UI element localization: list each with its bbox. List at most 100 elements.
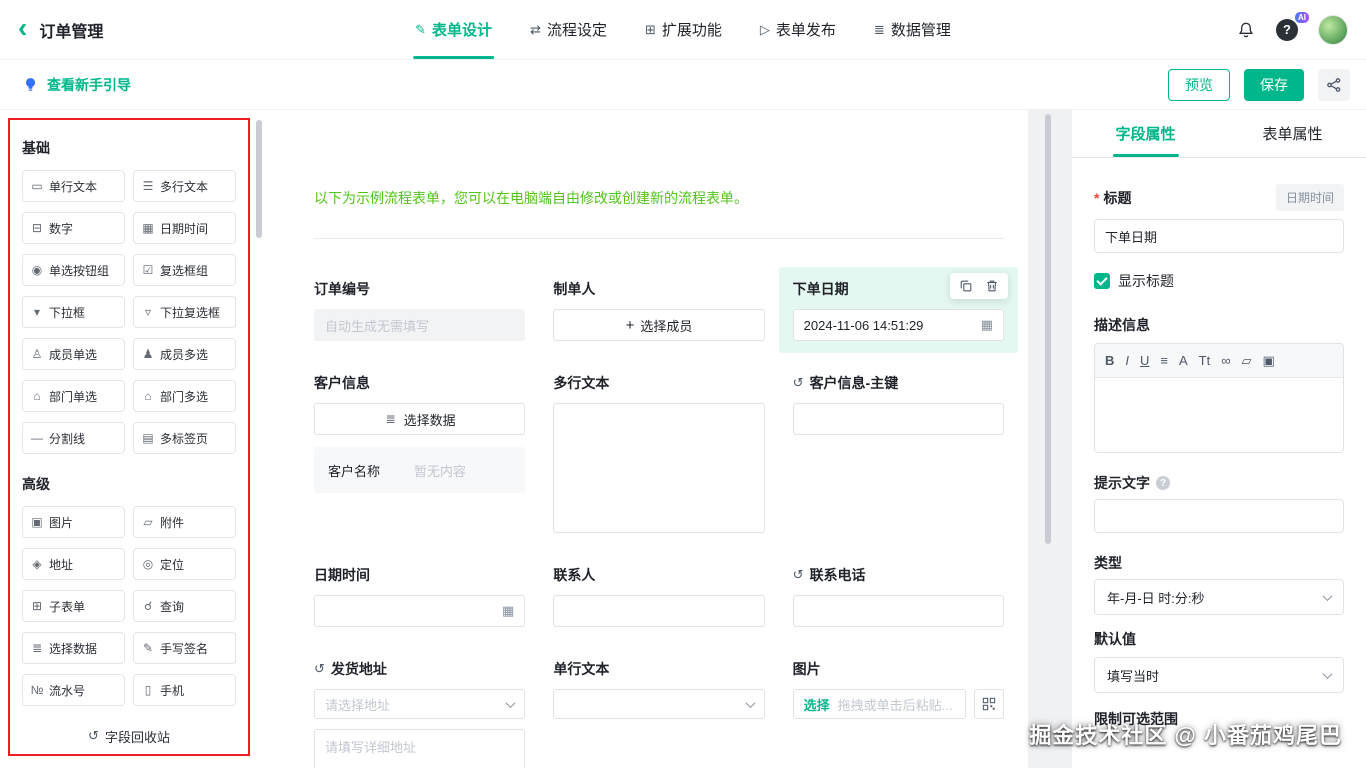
field-type-data-link[interactable]: ≣ 选择数据 xyxy=(22,632,125,664)
tab-form-publish[interactable]: ▷ 表单发布 xyxy=(760,0,836,59)
address-detail-textarea[interactable]: 请填写详细地址 xyxy=(314,729,526,768)
field-order-date-selected[interactable]: 下单日期 2024-11-06 14:51:29 ▦ xyxy=(778,267,1018,353)
bold-icon[interactable]: B xyxy=(1105,353,1114,368)
tab-form-properties[interactable]: 表单属性 xyxy=(1219,110,1366,157)
field-action-pill xyxy=(949,273,1008,299)
tab-field-properties[interactable]: 字段属性 xyxy=(1072,110,1219,157)
field-label: 多行文本 xyxy=(553,375,610,391)
field-customer-info[interactable]: 客户信息 ≣ 选择数据 客户名称 暂无内容 xyxy=(314,373,526,493)
field-type-serial-number[interactable]: № 流水号 xyxy=(22,674,125,706)
copy-icon[interactable] xyxy=(959,279,973,293)
field-type-subform[interactable]: ⊞ 子表单 xyxy=(22,590,125,622)
field-recycle-bin[interactable]: ↺ 字段回收站 xyxy=(10,718,248,754)
advanced-fields-grid: ▣ 图片 ▱ 附件 ◈ 地址 ◎ 定位 ⊞ 子表单 ☌ 查询 ≣ 选择数据 ✎ 手写签名 № 流水… xyxy=(22,506,236,706)
field-type-attachment[interactable]: ▱ 附件 xyxy=(133,506,236,538)
tab-data-management[interactable]: ≣ 数据管理 xyxy=(874,0,951,59)
beginner-guide-link[interactable]: 查看新手引导 xyxy=(22,75,131,95)
app-title: 订单管理 xyxy=(39,23,104,41)
help-icon[interactable]: ? AI xyxy=(1276,11,1309,41)
field-datetime[interactable]: 日期时间 ▦ xyxy=(314,565,526,627)
description-editor[interactable]: B I U ≡ A Tt ∞ ▱ ▣ xyxy=(1094,343,1344,453)
title-input-value: 下单日期 xyxy=(1105,229,1158,245)
serial-number-icon: № xyxy=(30,683,44,697)
insert-attachment-icon[interactable]: ▱ xyxy=(1242,353,1252,369)
share-button[interactable] xyxy=(1318,68,1350,101)
single-line-select[interactable] xyxy=(553,689,765,719)
field-type-radio-group[interactable]: ◉ 单选按钮组 xyxy=(22,254,125,286)
field-contact[interactable]: 联系人 xyxy=(553,565,765,627)
order-date-value: 2024-11-06 14:51:29 xyxy=(803,317,924,333)
upload-select-label: 选择 xyxy=(803,697,830,713)
address-select[interactable]: 请选择地址 xyxy=(314,689,526,719)
description-label: 描述信息 xyxy=(1094,317,1150,333)
field-type-tabs[interactable]: ▤ 多标签页 xyxy=(133,422,236,454)
delete-icon[interactable] xyxy=(985,279,999,293)
contact-input[interactable] xyxy=(553,595,765,627)
italic-icon[interactable]: I xyxy=(1125,353,1129,368)
datetime-format-select[interactable]: 年-月-日 时:分:秒 xyxy=(1094,579,1344,615)
upload-placeholder: 拖拽或单击后粘贴... xyxy=(837,697,953,713)
field-type-divider[interactable]: ― 分割线 xyxy=(22,422,125,454)
field-type-multi-line-text[interactable]: ☰ 多行文本 xyxy=(133,170,236,202)
canvas-scrollbar[interactable] xyxy=(1045,114,1051,544)
tab-extensions[interactable]: ⊞ 扩展功能 xyxy=(645,0,722,59)
customer-key-input[interactable] xyxy=(792,403,1004,435)
field-multiline-text[interactable]: 多行文本 xyxy=(553,373,765,533)
show-title-checkbox[interactable] xyxy=(1094,273,1110,289)
field-type-number[interactable]: ⊟ 数字 xyxy=(22,212,125,244)
field-type-multi-select[interactable]: ▿ 下拉复选框 xyxy=(133,296,236,328)
field-phone[interactable]: ↺ 联系电话 xyxy=(792,565,1004,627)
field-image-upload[interactable]: 图片 选择 拖拽或单击后粘贴... xyxy=(792,659,1004,719)
field-type-label: 复选框组 xyxy=(160,263,209,278)
align-icon[interactable]: ≡ xyxy=(1160,353,1168,368)
save-button[interactable]: 保存 xyxy=(1244,68,1304,101)
field-type-address[interactable]: ◈ 地址 xyxy=(22,548,125,580)
title-input[interactable]: 下单日期 xyxy=(1094,219,1344,253)
font-color-icon[interactable]: A xyxy=(1179,353,1188,368)
field-type-checkbox-group[interactable]: ☑ 复选框组 xyxy=(133,254,236,286)
select-member-button[interactable]: + 选择成员 xyxy=(553,309,765,341)
image-upload-box[interactable]: 选择 拖拽或单击后粘贴... xyxy=(792,689,966,719)
field-type-dept-multi[interactable]: ⌂ 部门多选 xyxy=(133,380,236,412)
font-size-icon[interactable]: Tt xyxy=(1199,353,1211,368)
field-creator[interactable]: 制单人 + 选择成员 xyxy=(553,279,765,341)
field-type-dept-single[interactable]: ⌂ 部门单选 xyxy=(22,380,125,412)
multiline-textarea[interactable] xyxy=(553,403,765,533)
select-data-label: 选择数据 xyxy=(403,412,456,428)
insert-image-icon[interactable]: ▣ xyxy=(1263,353,1275,369)
back-icon[interactable]: ‹ xyxy=(18,13,27,42)
tab-flow-settings[interactable]: ⇄ 流程设定 xyxy=(530,0,607,59)
field-shipping-address[interactable]: ↺ 发货地址 请选择地址 请填写详细地址 xyxy=(314,659,526,768)
avatar[interactable] xyxy=(1318,14,1348,45)
order-date-input[interactable]: 2024-11-06 14:51:29 ▦ xyxy=(792,309,1004,341)
bell-icon[interactable] xyxy=(1236,20,1256,40)
type-label: 类型 xyxy=(1094,555,1122,571)
preview-button[interactable]: 预览 xyxy=(1168,68,1230,101)
datetime-input[interactable]: ▦ xyxy=(314,595,526,627)
hint-text-input[interactable] xyxy=(1094,499,1344,533)
field-single-line-text[interactable]: 单行文本 xyxy=(553,659,765,719)
field-type-member-multi[interactable]: ♟ 成员多选 xyxy=(133,338,236,370)
field-order-number[interactable]: 订单编号 自动生成无需填写 xyxy=(314,279,526,341)
field-type-member-single[interactable]: ♙ 成员单选 xyxy=(22,338,125,370)
field-type-query[interactable]: ☌ 查询 xyxy=(133,590,236,622)
default-value-select[interactable]: 填写当时 xyxy=(1094,657,1344,693)
field-type-location[interactable]: ◎ 定位 xyxy=(133,548,236,580)
editor-content[interactable] xyxy=(1095,378,1343,452)
select-data-button[interactable]: ≣ 选择数据 xyxy=(314,403,526,435)
field-type-mobile[interactable]: ▯ 手机 xyxy=(133,674,236,706)
underline-icon[interactable]: U xyxy=(1140,353,1149,368)
sidebar-scrollbar[interactable] xyxy=(256,120,262,238)
phone-input[interactable] xyxy=(792,595,1004,627)
field-type-datetime[interactable]: ▦ 日期时间 xyxy=(133,212,236,244)
field-type-single-line-text[interactable]: ▭ 单行文本 xyxy=(22,170,125,202)
field-type-signature[interactable]: ✎ 手写签名 xyxy=(133,632,236,664)
field-customer-key[interactable]: ↺ 客户信息-主键 xyxy=(792,373,1004,435)
insert-link-icon[interactable]: ∞ xyxy=(1221,353,1230,368)
help-circle-icon[interactable]: ? xyxy=(1156,476,1170,490)
qr-scan-button[interactable] xyxy=(973,689,1004,719)
select-placeholder: 请选择地址 xyxy=(325,697,391,713)
field-type-select[interactable]: ▾ 下拉框 xyxy=(22,296,125,328)
field-type-image[interactable]: ▣ 图片 xyxy=(22,506,125,538)
tab-form-design[interactable]: ✎ 表单设计 xyxy=(413,0,494,59)
